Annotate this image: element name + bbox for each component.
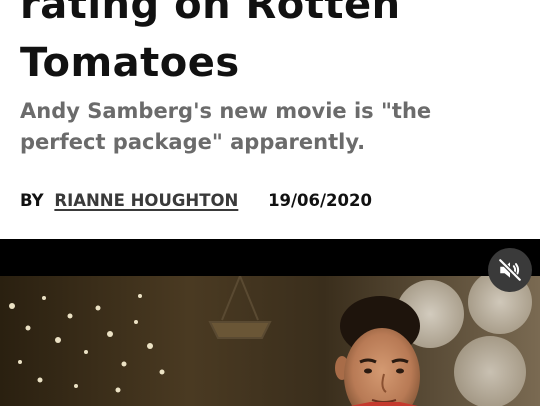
mute-toggle-button[interactable] [488, 248, 532, 292]
video-frame[interactable] [0, 276, 540, 406]
subheading-line-1: Andy Samberg's new movie is "the [20, 99, 432, 123]
article-headline: rating on Rotten Tomatoes [20, 0, 530, 92]
headline-line-2: Tomatoes [20, 40, 240, 86]
headline-line-1: rating on Rotten [20, 0, 401, 28]
publish-date: 19/06/2020 [268, 191, 372, 210]
article-subheading: Andy Samberg's new movie is "the perfect… [20, 96, 520, 158]
byline-prefix: BY [20, 191, 44, 210]
speaker-muted-icon [498, 258, 522, 282]
byline: BY RIANNE HOUGHTON 19/06/2020 [20, 190, 372, 212]
author-link[interactable]: RIANNE HOUGHTON [54, 191, 238, 210]
video-player[interactable] [0, 239, 540, 406]
subheading-line-2: perfect package" apparently. [20, 130, 366, 154]
